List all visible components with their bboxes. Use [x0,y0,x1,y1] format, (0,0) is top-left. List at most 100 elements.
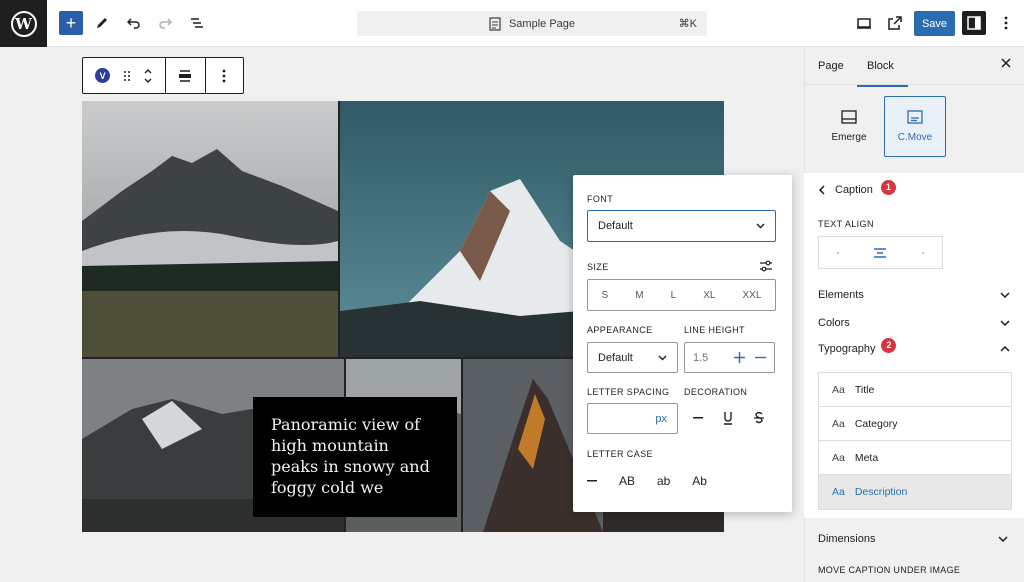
move-caption-label: MOVE CAPTION UNDER IMAGE [818,565,961,575]
wordpress-logo-icon[interactable]: W [0,0,47,47]
colors-label: Colors [818,317,850,329]
typography-item-title[interactable]: Aa Title [819,373,1011,407]
type-icon: Aa [832,383,845,396]
elements-accordion[interactable]: Elements [818,289,1010,301]
chevron-down-icon [998,536,1008,542]
text-align-label: TEXT ALIGN [818,219,874,229]
preview-device-icon[interactable] [852,11,876,35]
case-option-capitalize[interactable]: Ab [692,474,707,488]
top-toolbar: W + Sample Page ⌘K Save [0,0,1024,47]
tab-page[interactable]: Page [818,60,844,72]
plus-icon[interactable] [734,352,745,363]
size-option[interactable]: L [671,290,677,301]
size-option[interactable]: S [602,290,609,301]
caption-settings-panel: Caption 1 TEXT ALIGN Elements Colors Typ… [804,173,1024,518]
unit-label[interactable]: px [655,413,667,425]
case-option-lowercase[interactable]: ab [657,474,670,488]
redo-icon[interactable] [153,11,177,35]
dimensions-label: Dimensions [818,533,876,545]
letter-case-options: AB ab Ab [587,469,707,493]
align-right-icon[interactable] [920,251,926,255]
line-height-input[interactable]: 1.5 [684,342,775,373]
font-select[interactable]: Default [587,210,776,242]
align-icon[interactable] [166,58,206,93]
typography-item-category[interactable]: Aa Category [819,407,1011,441]
decoration-none-icon[interactable] [693,417,704,419]
size-option[interactable]: M [635,290,643,301]
style-c-move[interactable]: C.Move [884,96,946,157]
align-center-icon[interactable] [873,246,887,260]
font-value: Default [598,220,633,232]
typography-item-label: Description [854,486,908,498]
document-bar[interactable]: Sample Page ⌘K [357,11,707,36]
letter-spacing-label: LETTER SPACING [587,387,670,397]
close-icon[interactable] [1001,58,1011,68]
letter-spacing-input[interactable]: px [587,403,678,434]
line-height-value: 1.5 [693,351,709,364]
appearance-select[interactable]: Default [587,342,678,373]
size-option[interactable]: XXL [743,290,762,301]
appearance-label: APPEARANCE [587,325,653,335]
step-badge: 2 [881,337,897,353]
document-overview-icon[interactable] [185,11,209,35]
settings-sidebar-icon[interactable] [962,11,986,35]
underline-icon[interactable] [722,411,734,425]
document-title: Sample Page [508,17,576,30]
block-type-icon[interactable]: V [95,68,111,83]
minus-icon[interactable] [755,352,766,363]
block-options-icon[interactable] [206,58,243,93]
step-badge: 1 [880,179,896,195]
sidebar-tabs: Page Block [805,48,1024,87]
move-up-down-icon[interactable] [143,67,153,85]
typography-item-label: Meta [854,451,879,464]
page-icon [489,16,501,31]
decoration-label: DECORATION [684,387,748,397]
typography-label: Typography [818,343,876,355]
options-more-icon[interactable] [994,11,1018,35]
chevron-down-icon [1000,292,1010,298]
type-icon: Aa [832,417,845,430]
typography-list: Aa Title Aa Category Aa Meta Aa Descript… [818,372,1012,510]
dimensions-accordion[interactable]: Dimensions [818,533,1008,545]
style-emerge[interactable]: Emerge [818,96,880,157]
letter-case-label: LETTER CASE [587,449,653,459]
undo-icon[interactable] [122,11,146,35]
command-shortcut: ⌘K [678,18,697,30]
type-icon: Aa [832,451,845,464]
align-left-icon[interactable] [835,251,841,255]
strikethrough-icon[interactable] [753,411,765,425]
chevron-down-icon [756,223,765,229]
caption-back-button[interactable]: Caption 1 [818,179,896,196]
tools-pen-icon[interactable] [90,11,114,35]
gallery-caption[interactable]: Panoramic view of high mountain peaks in… [253,397,457,517]
chevron-up-icon [1000,346,1010,352]
size-option[interactable]: XL [703,290,715,301]
case-option-uppercase[interactable]: AB [619,474,635,488]
layout-icon [907,110,923,124]
appearance-value: Default [598,351,633,364]
size-label: SIZE [587,262,609,272]
drag-handle-icon[interactable] [123,70,131,82]
typography-item-description[interactable]: Aa Description [819,475,1011,509]
layout-icon [841,110,857,124]
font-label: FONT [587,194,614,204]
add-block-button[interactable]: + [59,11,83,35]
typography-accordion[interactable]: Typography 2 [818,337,1010,355]
save-button[interactable]: Save [914,11,955,36]
typography-item-label: Category [854,417,898,430]
colors-accordion[interactable]: Colors [818,317,1010,329]
tab-block[interactable]: Block [857,60,908,87]
custom-size-icon[interactable] [759,260,773,272]
block-toolbar: V [82,57,244,94]
chevron-left-icon [818,185,825,195]
case-none-icon[interactable] [587,480,597,482]
typography-item-meta[interactable]: Aa Meta [819,441,1011,475]
decoration-options [684,407,774,429]
view-page-external-icon[interactable] [883,11,907,35]
typography-item-label: Title [854,383,875,396]
elements-label: Elements [818,289,864,301]
chevron-down-icon [658,355,667,361]
style-label: Emerge [831,132,867,143]
gallery-image[interactable] [82,101,338,357]
style-label: C.Move [897,132,933,143]
